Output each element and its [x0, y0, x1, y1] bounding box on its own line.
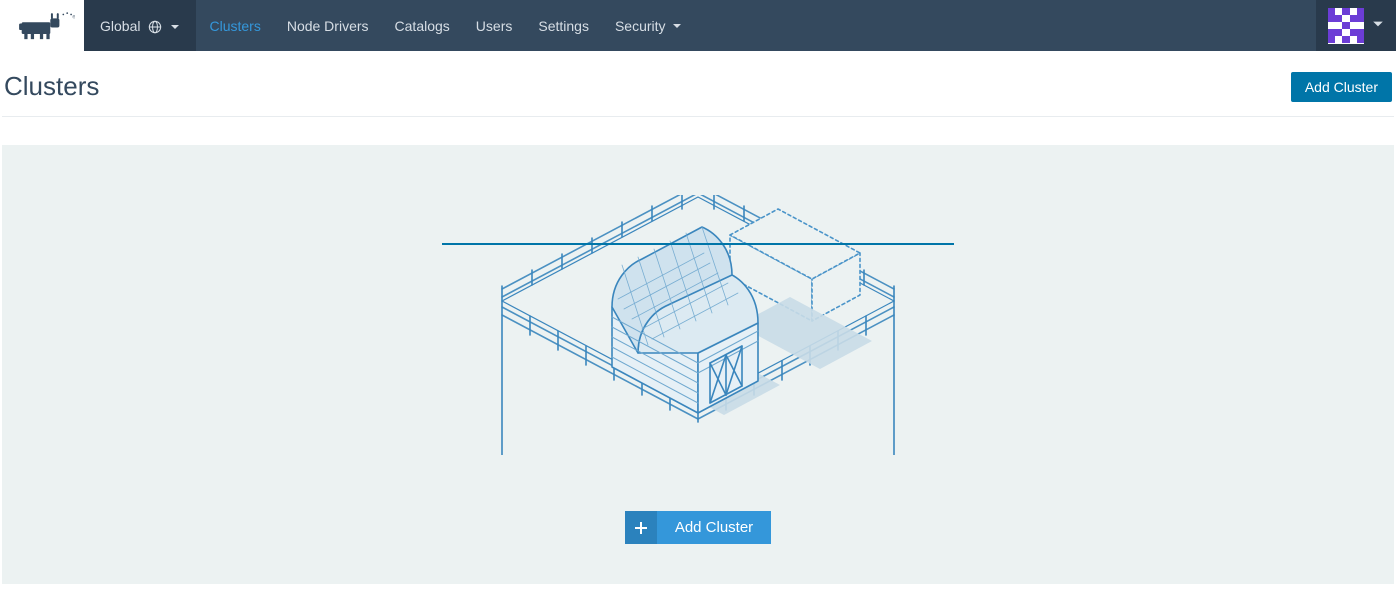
- svg-text:®: ®: [72, 13, 75, 19]
- nav-users[interactable]: Users: [463, 0, 526, 51]
- rancher-logo-icon: ®: [10, 8, 75, 43]
- chevron-down-icon: [170, 18, 180, 34]
- nav-item-label: Security: [615, 18, 666, 34]
- nav-item-label: Clusters: [209, 18, 260, 34]
- logo[interactable]: ®: [0, 0, 84, 51]
- nav-node-drivers[interactable]: Node Drivers: [274, 0, 382, 51]
- horizon-line: [442, 243, 954, 245]
- page-title: Clusters: [4, 71, 99, 102]
- chevron-down-icon: [1372, 17, 1384, 35]
- avatar: [1328, 8, 1364, 44]
- global-scope-selector[interactable]: Global: [84, 0, 196, 51]
- empty-state-illustration: [442, 195, 954, 455]
- page-header: Clusters Add Cluster: [2, 51, 1394, 117]
- empty-state: Add Cluster: [2, 145, 1394, 584]
- add-cluster-center-label: Add Cluster: [657, 511, 771, 544]
- nav-security[interactable]: Security: [602, 0, 695, 51]
- user-menu[interactable]: [1316, 0, 1396, 51]
- top-navigation: ® Global Clusters Node Drivers Catalogs …: [0, 0, 1396, 51]
- nav-item-label: Settings: [538, 18, 589, 34]
- nav-item-label: Catalogs: [395, 18, 450, 34]
- nav-item-label: Node Drivers: [287, 18, 369, 34]
- nav-catalogs[interactable]: Catalogs: [382, 0, 463, 51]
- chevron-down-icon: [672, 18, 682, 34]
- nav-item-label: Users: [476, 18, 513, 34]
- nav-clusters[interactable]: Clusters: [196, 0, 273, 51]
- add-cluster-button[interactable]: Add Cluster: [1291, 72, 1392, 102]
- nav-items: Clusters Node Drivers Catalogs Users Set…: [196, 0, 694, 51]
- global-label: Global: [100, 18, 140, 34]
- globe-icon: [148, 17, 162, 33]
- nav-settings[interactable]: Settings: [525, 0, 602, 51]
- plus-icon: [625, 511, 657, 544]
- add-cluster-center-button[interactable]: Add Cluster: [625, 511, 771, 544]
